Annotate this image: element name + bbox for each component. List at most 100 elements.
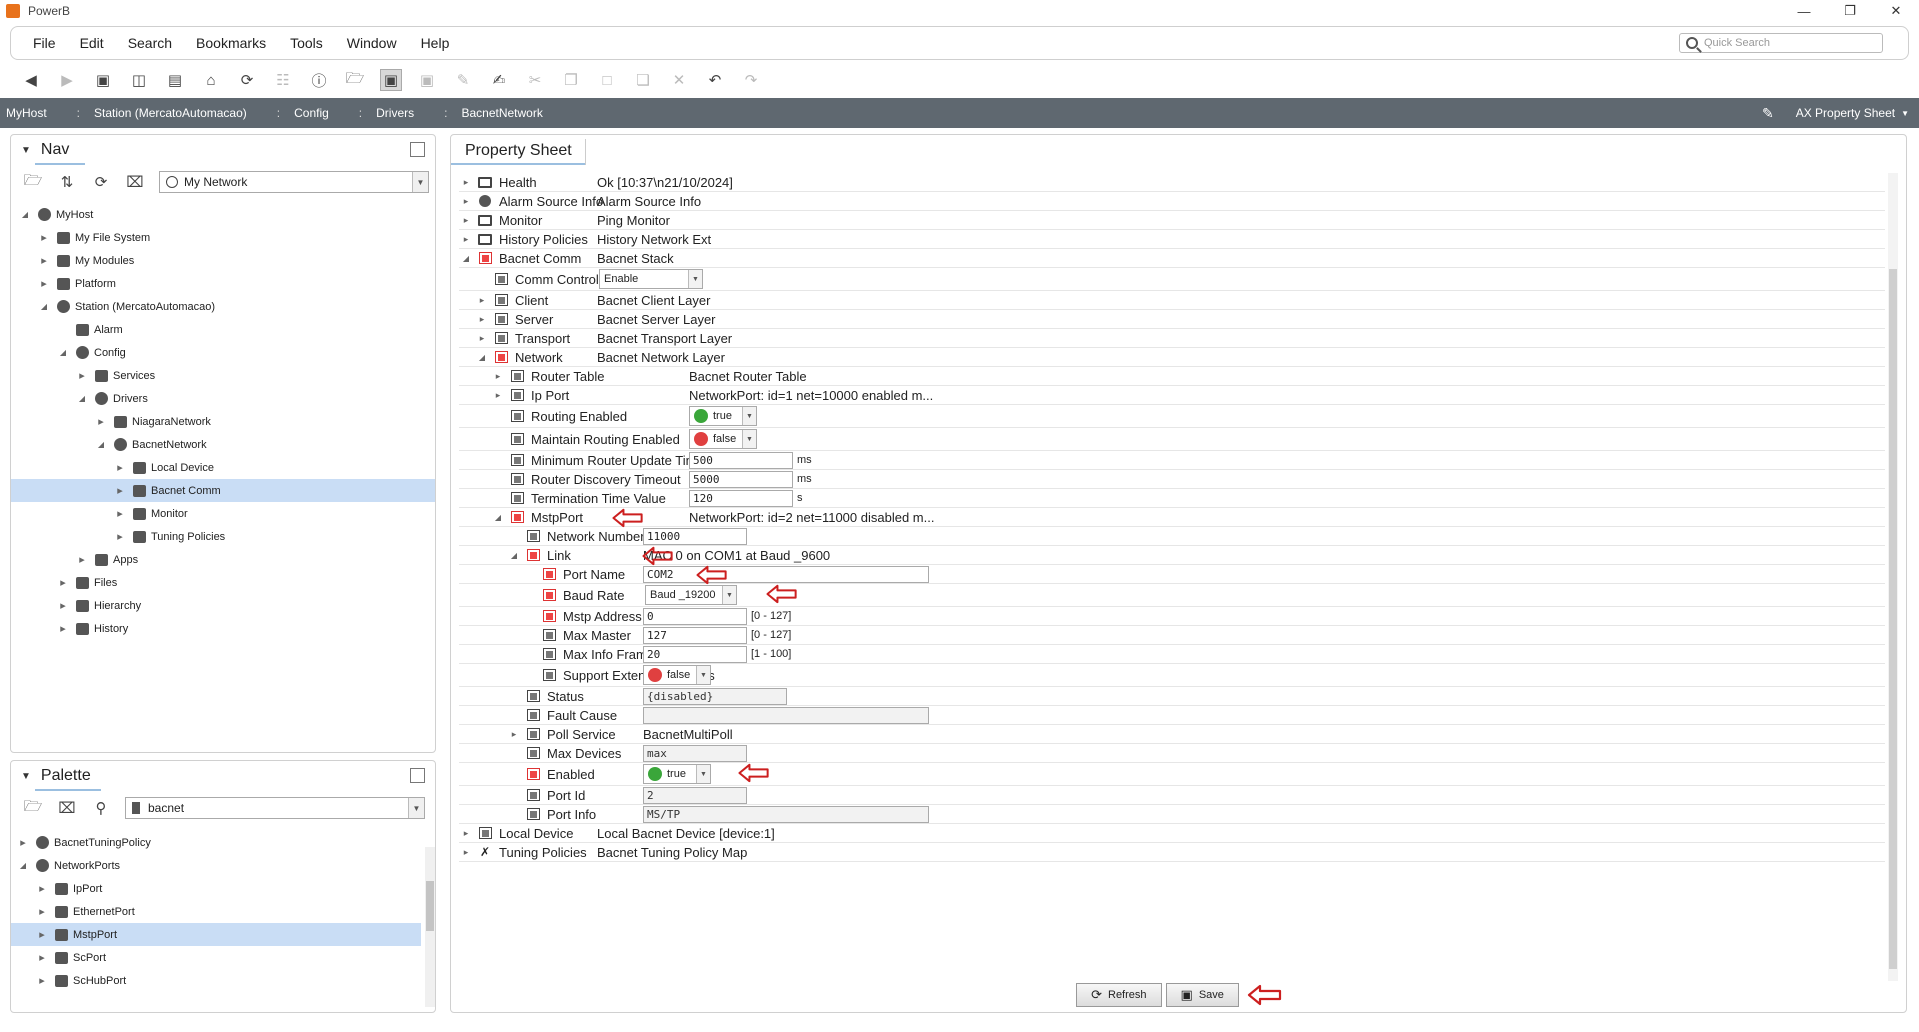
expand-icon[interactable]: ▸ [38, 231, 50, 244]
tree-node[interactable]: ▸ ScPort [11, 946, 421, 969]
tree-node[interactable]: ▸ Local Device [11, 456, 435, 479]
back-icon[interactable]: ◀ [20, 69, 42, 91]
expanded-icon[interactable]: ◢ [475, 353, 489, 362]
delete-icon[interactable]: ✕ [668, 69, 690, 91]
open-folder-icon[interactable]: 🗁 [23, 798, 43, 818]
tree-node[interactable]: ▸ Apps [11, 548, 435, 571]
copy-icon[interactable]: ❐ [560, 69, 582, 91]
boolean-select[interactable]: true ▼ [643, 764, 711, 784]
up-level-icon[interactable]: ▣ [92, 69, 114, 91]
export-icon[interactable]: ✎ [452, 69, 474, 91]
undo-icon[interactable]: ↶ [704, 69, 726, 91]
expanded-icon[interactable]: ◢ [507, 551, 521, 560]
tree-node[interactable]: ▸ EthernetPort [11, 900, 421, 923]
save-all-icon[interactable]: ▣ [416, 69, 438, 91]
collapse-icon[interactable]: ▼ [21, 771, 31, 782]
menu-tools[interactable]: Tools [278, 35, 335, 51]
menu-help[interactable]: Help [409, 35, 462, 51]
text-input[interactable]: 11000 [643, 527, 747, 545]
close-button[interactable]: ✕ [1873, 0, 1919, 22]
text-input[interactable]: 20 [643, 645, 747, 663]
tree-node[interactable]: ▸ My File System [11, 226, 435, 249]
menu-edit[interactable]: Edit [68, 35, 116, 51]
tree-node[interactable]: ▸ Platform [11, 272, 435, 295]
expand-icon[interactable]: ▸ [507, 729, 521, 740]
refresh-button[interactable]: ⟳ Refresh [1076, 983, 1162, 1007]
palette-scrollbar[interactable] [425, 847, 435, 1007]
expand-icon[interactable]: ▸ [17, 836, 29, 849]
palette-module-select[interactable]: bacnet ▼ [125, 797, 425, 819]
tree-node[interactable]: ◢ NetworkPorts [11, 854, 421, 877]
close-icon[interactable]: ⌧ [125, 172, 145, 192]
expand-icon[interactable]: ▸ [38, 277, 50, 290]
chevron-down-icon[interactable]: ▼ [408, 798, 424, 818]
menu-window[interactable]: Window [335, 35, 409, 51]
chevron-down-icon[interactable]: ▼ [696, 666, 710, 684]
tree-node[interactable]: ▸ ScHubPort [11, 969, 421, 992]
menu-file[interactable]: File [11, 35, 68, 51]
expanded-icon[interactable]: ◢ [17, 861, 29, 870]
tab-property-sheet[interactable]: Property Sheet [465, 142, 572, 160]
home-icon[interactable]: ⌂ [200, 69, 222, 91]
tree-node[interactable]: ▸ My Modules [11, 249, 435, 272]
tree-node[interactable]: ▸ Bacnet Comm [11, 479, 435, 502]
text-input[interactable]: 0 [643, 607, 747, 625]
expand-icon[interactable]: ▸ [76, 369, 88, 382]
close-palette-icon[interactable]: ⌧ [57, 798, 77, 818]
tree-node[interactable]: ▸ Services [11, 364, 435, 387]
save-icon[interactable]: ▣ [380, 69, 402, 91]
expand-icon[interactable]: ▸ [491, 390, 505, 401]
tree-node[interactable]: ◢ Drivers [11, 387, 435, 410]
expanded-icon[interactable]: ◢ [459, 254, 473, 263]
tree-node[interactable]: Alarm [11, 318, 435, 341]
view-selector[interactable]: AX Property Sheet [1796, 106, 1895, 120]
tree-node[interactable]: ◢ MyHost [11, 203, 435, 226]
chevron-down-icon[interactable]: ▼ [696, 765, 710, 783]
popout-icon[interactable] [410, 142, 425, 157]
pencil-icon[interactable]: ✎ [1762, 105, 1774, 122]
breadcrumb-config[interactable]: Config [290, 106, 333, 120]
expand-icon[interactable]: ▸ [491, 371, 505, 382]
tree-node[interactable]: ▸ BacnetTuningPolicy [11, 831, 421, 854]
popout-icon[interactable] [410, 768, 425, 783]
chevron-down-icon[interactable]: ▼ [412, 172, 428, 192]
boolean-select[interactable]: false ▼ [643, 665, 711, 685]
expand-icon[interactable]: ▸ [459, 177, 473, 188]
expand-icon[interactable]: ▸ [459, 847, 473, 858]
new-document-icon[interactable]: ✍ [488, 69, 510, 91]
expand-icon[interactable]: ▸ [57, 576, 69, 589]
expanded-icon[interactable]: ◢ [76, 394, 88, 403]
expanded-icon[interactable]: ◢ [491, 513, 505, 522]
expand-icon[interactable]: ▸ [475, 295, 489, 306]
expand-icon[interactable]: ▸ [57, 599, 69, 612]
tree-node[interactable]: ◢ BacnetNetwork [11, 433, 435, 456]
tree-node[interactable]: ◢ Config [11, 341, 435, 364]
folder-icon[interactable]: 🗁 [344, 69, 366, 91]
text-input[interactable]: 120 [689, 489, 793, 507]
expand-icon[interactable]: ▸ [38, 254, 50, 267]
duplicate-icon[interactable]: ❏ [632, 69, 654, 91]
chevron-down-icon[interactable]: ▼ [742, 430, 756, 448]
expand-icon[interactable]: ▸ [475, 314, 489, 325]
breadcrumb-drivers[interactable]: Drivers [372, 106, 418, 120]
tree-node[interactable]: ▸ History [11, 617, 435, 640]
tree-node[interactable]: ▸ Files [11, 571, 435, 594]
expanded-icon[interactable]: ◢ [57, 348, 69, 357]
text-input[interactable]: 5000 [689, 470, 793, 488]
expand-icon[interactable]: ▸ [36, 974, 48, 987]
menu-bookmarks[interactable]: Bookmarks [184, 35, 278, 51]
tree-node[interactable]: ▸ Tuning Policies [11, 525, 435, 548]
breadcrumb-station[interactable]: Station (MercatoAutomacao) [90, 106, 251, 120]
expanded-icon[interactable]: ◢ [19, 210, 31, 219]
refresh-icon[interactable]: ⟳ [236, 69, 258, 91]
side-bars-icon[interactable]: ◫ [128, 69, 150, 91]
text-input[interactable]: 500 [689, 451, 793, 469]
boolean-select[interactable]: true ▼ [689, 406, 757, 426]
expand-icon[interactable]: ▸ [114, 530, 126, 543]
menu-search[interactable]: Search [116, 35, 184, 51]
expand-icon[interactable]: ▸ [459, 215, 473, 226]
boolean-select[interactable]: false ▼ [689, 429, 757, 449]
tree-node[interactable]: ▸ Hierarchy [11, 594, 435, 617]
expanded-icon[interactable]: ◢ [95, 440, 107, 449]
expand-icon[interactable]: ▸ [57, 622, 69, 635]
